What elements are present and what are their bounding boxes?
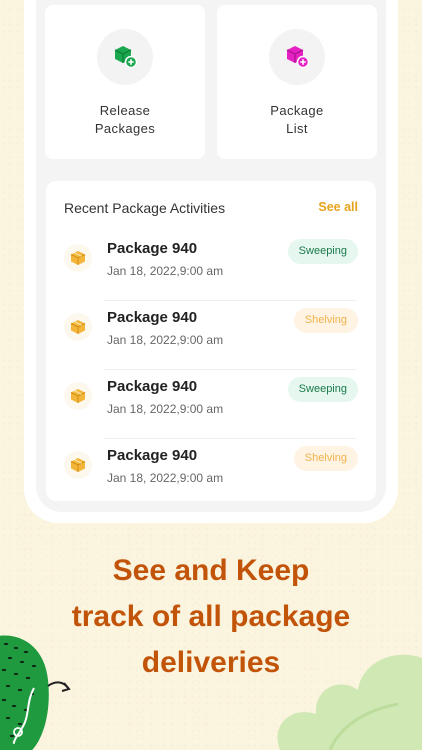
status-badge: Shelving (293, 446, 358, 471)
activity-row[interactable]: Package 940 Jan 18, 2022,9:00 am Shelvin… (64, 440, 358, 508)
package-name: Package 940 (107, 447, 198, 464)
package-date: Jan 18, 2022,9:00 am (107, 402, 224, 416)
recent-activities-card: Recent Package Activities See all Packag… (46, 181, 376, 501)
package-list-tile[interactable]: Package List (217, 5, 377, 159)
release-packages-tile[interactable]: Release Packages (45, 5, 205, 159)
package-box-icon (70, 389, 86, 403)
package-box-icon (70, 251, 86, 265)
status-badge: Sweeping (287, 377, 358, 402)
package-icon-wrap (64, 244, 92, 272)
package-icon-wrap (64, 451, 92, 479)
row-divider (104, 438, 356, 439)
activity-row[interactable]: Package 940 Jan 18, 2022,9:00 am Sweepin… (64, 371, 358, 439)
release-packages-icon-wrap (97, 29, 153, 85)
package-date: Jan 18, 2022,9:00 am (107, 264, 224, 278)
see-all-link[interactable]: See all (318, 200, 358, 214)
package-icon-wrap (64, 382, 92, 410)
package-date: Jan 18, 2022,9:00 am (107, 333, 224, 347)
package-list-label: Package List (270, 103, 324, 136)
activity-row[interactable]: Package 940 Jan 18, 2022,9:00 am Shelvin… (64, 302, 358, 370)
light-leaf-decoration (277, 654, 422, 750)
activity-row[interactable]: Package 940 Jan 18, 2022,9:00 am Sweepin… (64, 233, 358, 301)
headline-line-1: See and Keep (112, 554, 310, 587)
package-name: Package 940 (107, 378, 198, 395)
package-date: Jan 18, 2022,9:00 am (107, 471, 224, 485)
green-leaf-decoration (0, 635, 71, 750)
row-divider (104, 369, 356, 370)
package-box-icon (70, 320, 86, 334)
package-name: Package 940 (107, 240, 198, 257)
status-badge: Sweeping (287, 239, 358, 264)
recent-activities-title: Recent Package Activities (64, 200, 226, 216)
box-add-icon (114, 46, 138, 69)
row-divider (104, 300, 356, 301)
package-name: Package 940 (107, 309, 198, 326)
package-icon-wrap (64, 313, 92, 341)
package-list-icon-wrap (269, 29, 325, 85)
status-badge: Shelving (293, 308, 358, 333)
release-packages-label: Release Packages (94, 103, 156, 136)
box-add-icon (286, 46, 310, 69)
package-box-icon (70, 458, 86, 472)
